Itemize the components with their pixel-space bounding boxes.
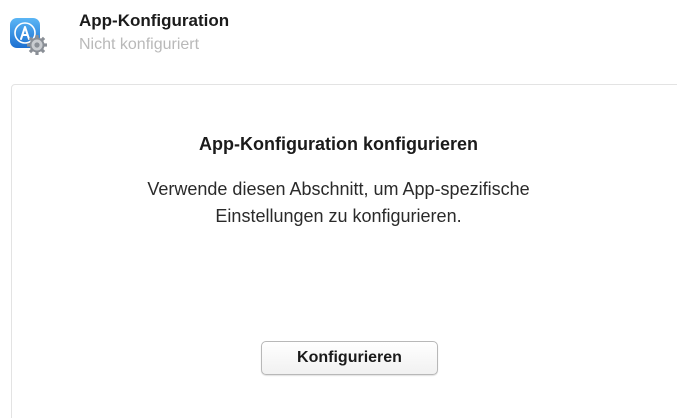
- panel-description: Verwende diesen Abschnitt, um App-spezif…: [0, 176, 677, 230]
- configure-button[interactable]: Konfigurieren: [261, 341, 438, 375]
- header-title: App-Konfiguration: [79, 11, 230, 30]
- panel-description-line-1: Verwende diesen Abschnitt, um App-spezif…: [147, 179, 530, 199]
- payload-header[interactable]: App-Konfiguration Nicht konfiguriert: [0, 0, 677, 80]
- app-configuration-pane: App-Konfiguration Nicht konfiguriert App…: [0, 0, 677, 418]
- panel-description-line-2: Einstellungen zu konfigurieren.: [215, 206, 462, 226]
- panel-title: App-Konfiguration konfigurieren: [199, 134, 478, 154]
- app-store-gear-icon: [9, 17, 47, 55]
- header-status: Nicht konfiguriert: [79, 36, 200, 53]
